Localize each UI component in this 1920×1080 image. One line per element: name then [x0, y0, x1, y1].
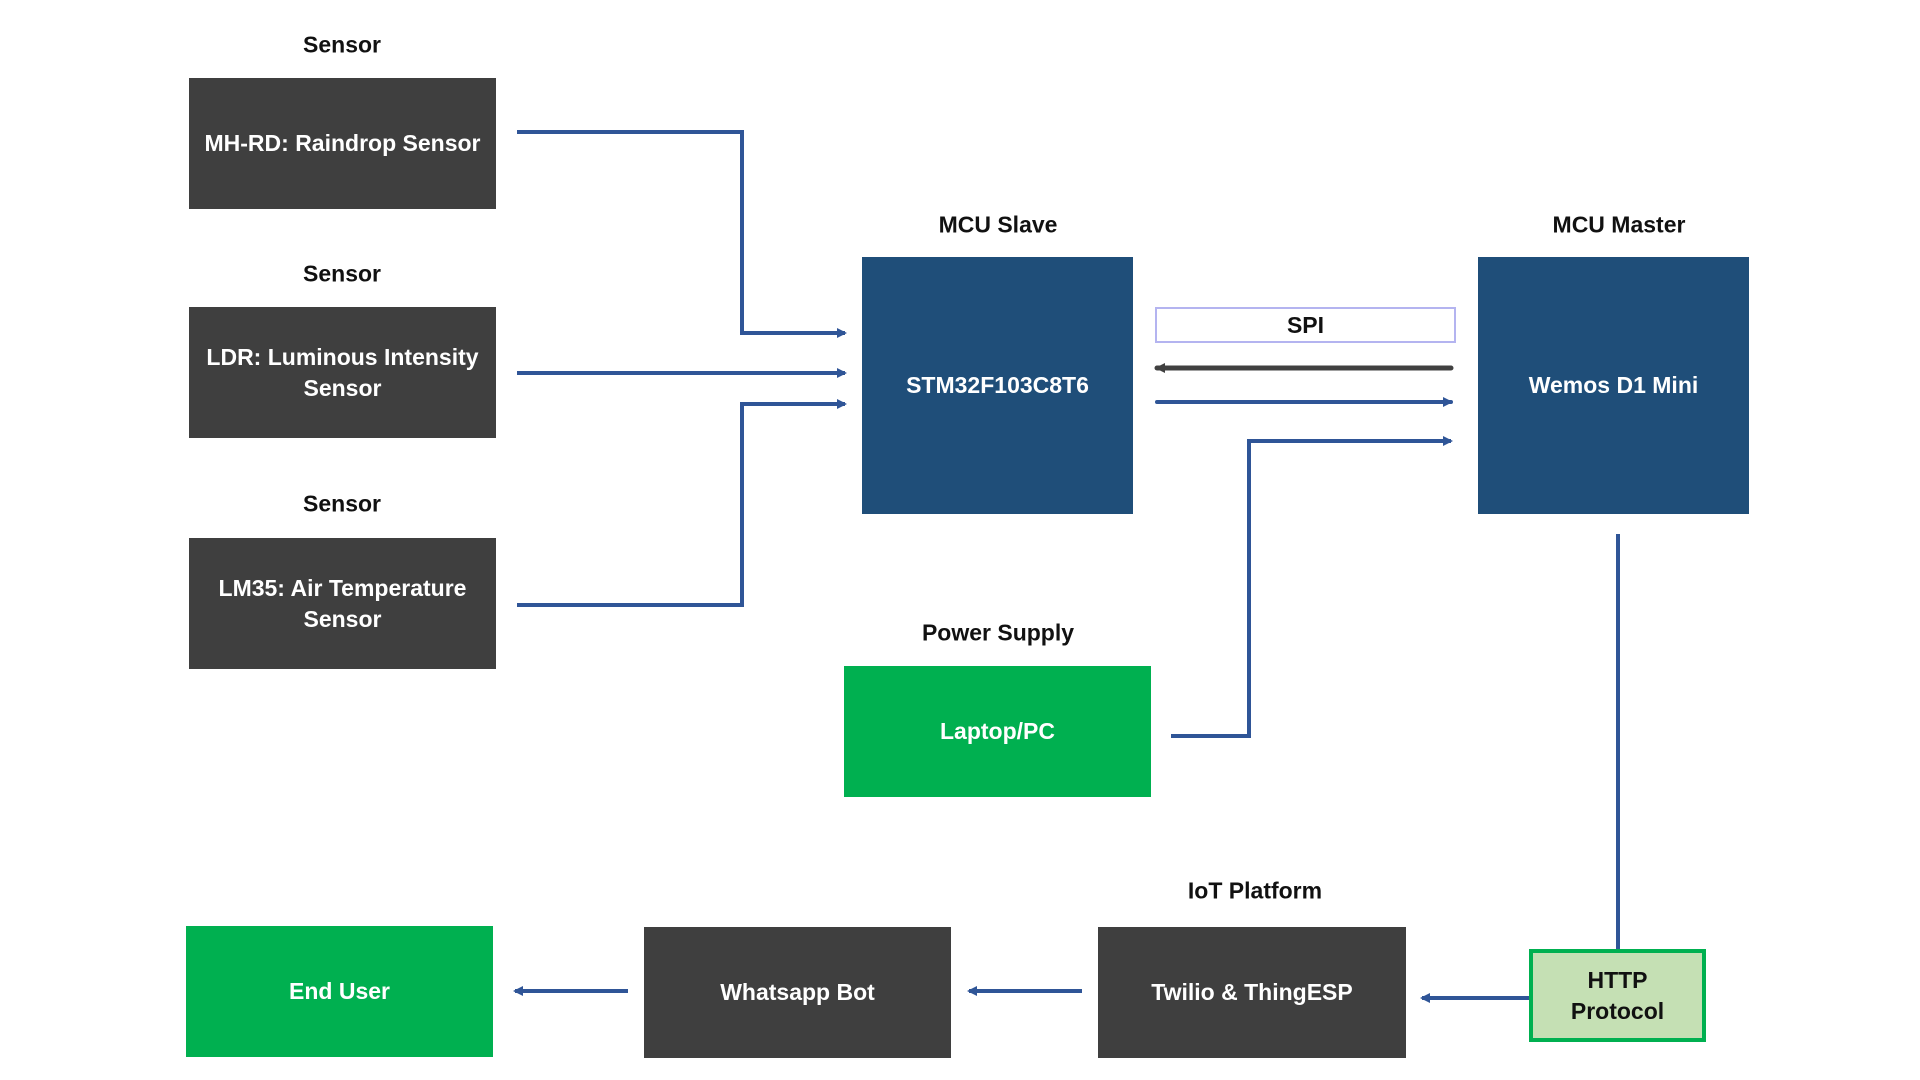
spi-label-box: SPI: [1155, 307, 1456, 343]
arrow-lm35-to-slave: [517, 399, 847, 607]
laptop-pc-box: Laptop/PC: [844, 666, 1151, 797]
mcu-master-label: MCU Master: [1552, 211, 1686, 238]
whatsapp-bot-box: Whatsapp Bot: [644, 927, 951, 1058]
iot-platform-label: IoT Platform: [1187, 877, 1323, 904]
mcu-slave-box: STM32F103C8T6: [862, 257, 1133, 514]
lm35-sensor-box: LM35: Air Temperature Sensor: [189, 538, 496, 669]
http-protocol-box: HTTP Protocol: [1529, 949, 1706, 1042]
twilio-thingesp-box: Twilio & ThingESP: [1098, 927, 1406, 1058]
mcu-master-box: Wemos D1 Mini: [1478, 257, 1749, 514]
sensor-label-3: Sensor: [303, 490, 381, 517]
ldr-sensor-box: LDR: Luminous Intensity Sensor: [189, 307, 496, 438]
sensor-label-2: Sensor: [303, 260, 381, 287]
end-user-box: End User: [186, 926, 493, 1057]
raindrop-sensor-box: MH-RD: Raindrop Sensor: [189, 78, 496, 209]
sensor-label-1: Sensor: [303, 31, 381, 58]
power-supply-label: Power Supply: [921, 619, 1075, 646]
mcu-slave-label: MCU Slave: [938, 211, 1058, 238]
arrow-raindrop-to-slave: [517, 130, 847, 338]
arrow-power-to-master: [1171, 436, 1453, 738]
